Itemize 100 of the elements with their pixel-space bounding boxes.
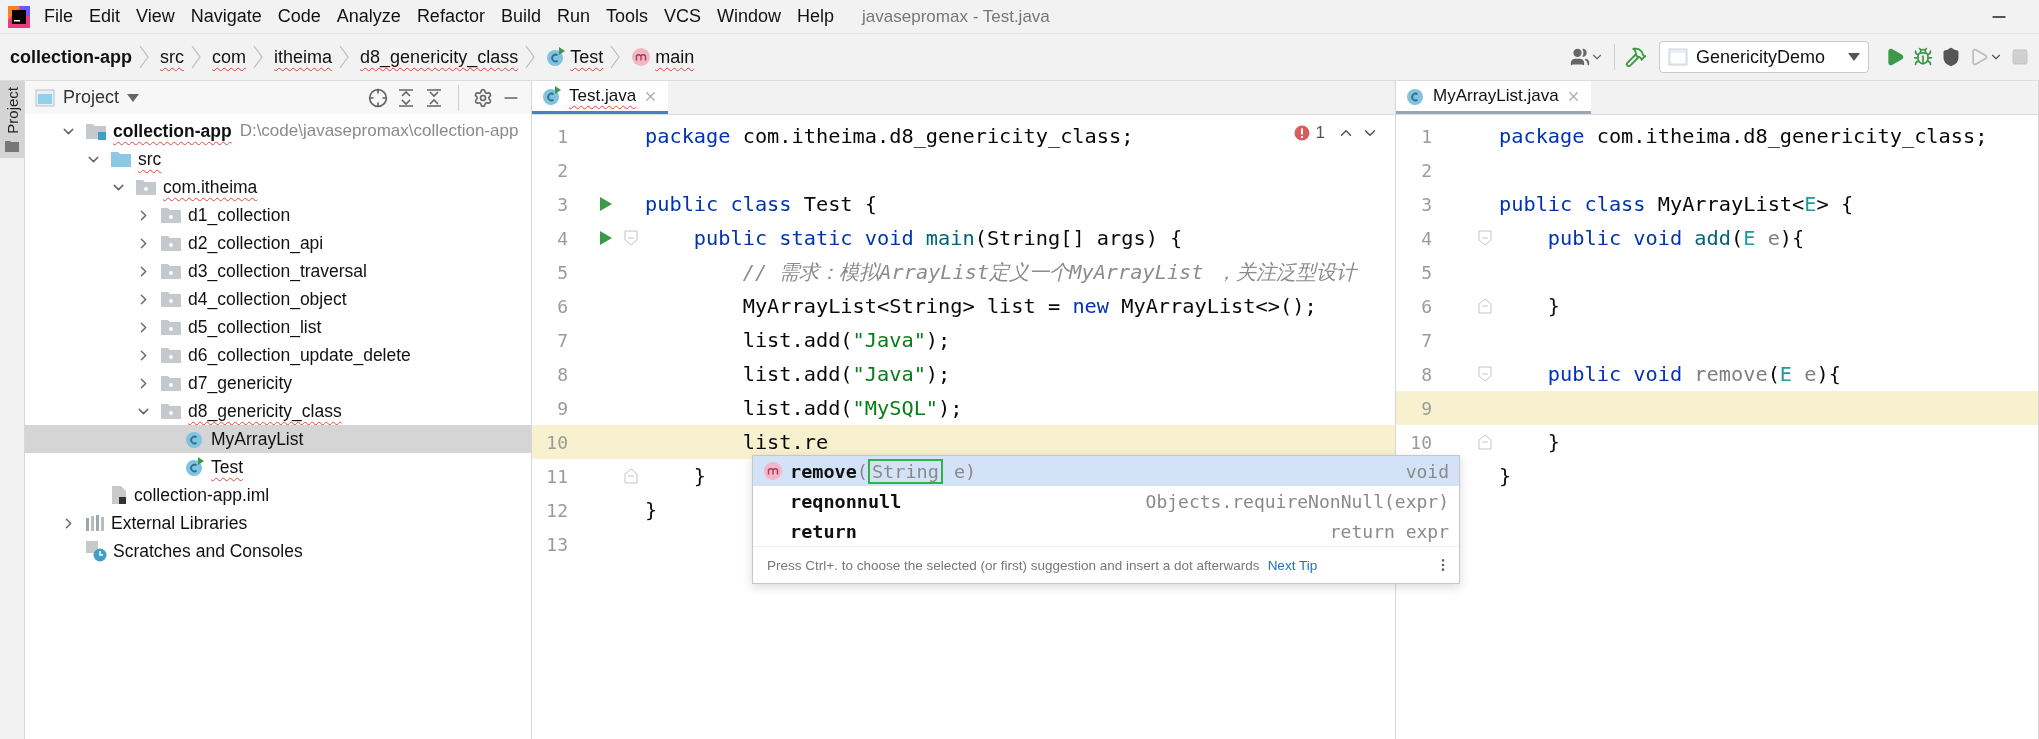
code-line: public static void main(String[] args) { [692,226,1183,250]
tree-row[interactable]: collection-app D:\code\javasepromax\collection-app [25,117,531,145]
expand-all-icon[interactable] [396,87,416,108]
run-config-dropdown[interactable]: GenericityDemo [1659,41,1869,73]
menu-item[interactable]: VCS [656,3,709,30]
menu-item[interactable]: Refactor [408,3,493,30]
completion-item[interactable]: reqnonnull Objects.requireNonNull(expr) [753,486,1459,516]
tree-row[interactable]: External Libraries [25,509,531,537]
tree-row[interactable]: d3_collection_traversal [25,257,531,285]
menu-item[interactable]: Edit [81,3,129,30]
breadcrumb-separator-icon [609,44,622,70]
code-line: // 需求：模拟ArrayList定义一个MyArrayList ，关注泛型设计 [741,259,1356,286]
code-line: } [692,464,707,488]
completion-item[interactable]: return return expr [753,516,1459,546]
tree-row[interactable]: d5_collection_list [25,313,531,341]
line-number: 5 [556,261,569,283]
editor-tab[interactable]: MyArrayList.java [1396,81,1591,114]
scratches-icon [85,540,107,562]
menu-item[interactable]: Window [709,3,790,30]
tree-row[interactable]: d6_collection_update_delete [25,341,531,369]
line-number: 5 [1420,261,1433,283]
caret-icon[interactable] [127,93,140,102]
menu-item[interactable]: Help [789,3,843,30]
project-side-tab[interactable]: Project [0,81,24,158]
run-gutter-icon[interactable] [599,230,613,246]
tree-row[interactable]: src [25,145,531,173]
menu-item[interactable]: File [36,3,81,30]
fold-marker-icon[interactable] [1478,434,1492,450]
breadcrumb-separator-icon [252,44,265,70]
menu-item[interactable]: Analyze [328,3,409,30]
module-path: D:\code\javasepromax\collection-app [239,121,519,141]
fold-marker-icon[interactable] [1478,230,1492,246]
tree-item-label: External Libraries [111,512,248,534]
tree-row[interactable]: Test [25,453,531,481]
tree-row[interactable]: d2_collection_api [25,229,531,257]
breadcrumb-item[interactable]: itheima [274,46,333,68]
runnable-class-icon [542,86,562,106]
code-line: public class Test { [644,192,877,216]
folder-icon [160,374,182,392]
menu-item[interactable]: Tools [597,3,656,30]
tree-item-label: d7_genericity [188,372,293,394]
tree-item-label: d4_collection_object [188,288,347,310]
folder-icon [160,318,182,336]
tree-row[interactable]: d8_genericity_class [25,397,531,425]
fold-marker-icon[interactable] [1478,366,1492,382]
tree-item-label: d3_collection_traversal [188,260,367,282]
folder-icon [160,402,182,420]
tree-row[interactable]: d4_collection_object [25,285,531,313]
line-number: 8 [1420,363,1433,385]
completion-hint: Press Ctrl+. to choose the selected (or first) suggestion and insert a dot afterwards [767,557,1260,573]
tree-row[interactable]: Scratches and Consoles [25,537,531,565]
fold-marker-icon[interactable] [1478,298,1492,314]
tree-item-label: src [138,148,162,170]
code-line: package com.itheima.d8_genericity_class; [644,124,1134,148]
menu-item[interactable]: Navigate [182,3,270,30]
folder-icon [5,139,19,152]
code-line: } [1546,294,1561,318]
code-line: public class MyArrayList<E> { [1498,192,1854,216]
line-number: 10 [1409,431,1433,453]
breadcrumb-item[interactable]: com [212,46,247,68]
collapse-all-icon[interactable] [424,87,444,108]
app-logo-icon [8,5,30,28]
menu-item[interactable]: Run [548,3,598,30]
error-icon[interactable] [1293,125,1310,141]
breadcrumb-item[interactable]: collection-app [10,46,132,68]
code-line: list.add("Java"); [741,362,951,386]
library-icon [85,514,105,532]
line-number: 2 [1420,159,1433,181]
tree-row[interactable]: d1_collection [25,201,531,229]
editor-tab[interactable]: Test.java [532,81,669,114]
line-number: 2 [556,159,569,181]
line-number: 11 [545,465,569,487]
folder-icon [160,290,182,308]
breadcrumb-separator-icon [524,44,537,70]
code-line: } [1498,464,1512,488]
fold-marker-icon[interactable] [624,468,638,484]
tree-row[interactable]: com.itheima [25,173,531,201]
panel-title[interactable]: Project [63,87,120,108]
fold-marker-icon[interactable] [624,230,638,246]
run-gutter-icon[interactable] [599,196,613,212]
menu-item[interactable]: Build [492,3,549,30]
settings-icon[interactable] [473,87,493,108]
breadcrumb-item[interactable]: d8_genericity_class [360,46,519,68]
locate-icon[interactable] [368,87,388,108]
completion-item[interactable]: remove( String e) void [753,456,1459,486]
breadcrumb-item[interactable]: main [655,46,695,68]
tree-row[interactable]: MyArrayList [25,425,531,453]
next-tip-link[interactable]: Next Tip [1267,557,1318,573]
file-icon [110,485,128,505]
panel-icon [35,88,55,107]
breadcrumb-item[interactable]: Test [570,46,604,68]
menu-item[interactable]: Code [269,3,329,30]
line-number: 1 [556,125,569,147]
tree-row[interactable]: d7_genericity [25,369,531,397]
tree-item-label: d5_collection_list [188,316,322,338]
code-line: list.add("MySQL"); [741,396,963,420]
menu-item[interactable]: View [128,3,183,30]
breadcrumb-item[interactable]: src [160,46,184,68]
code-line: public void add(E e){ [1546,226,1805,250]
tree-row[interactable]: collection-app.iml [25,481,531,509]
